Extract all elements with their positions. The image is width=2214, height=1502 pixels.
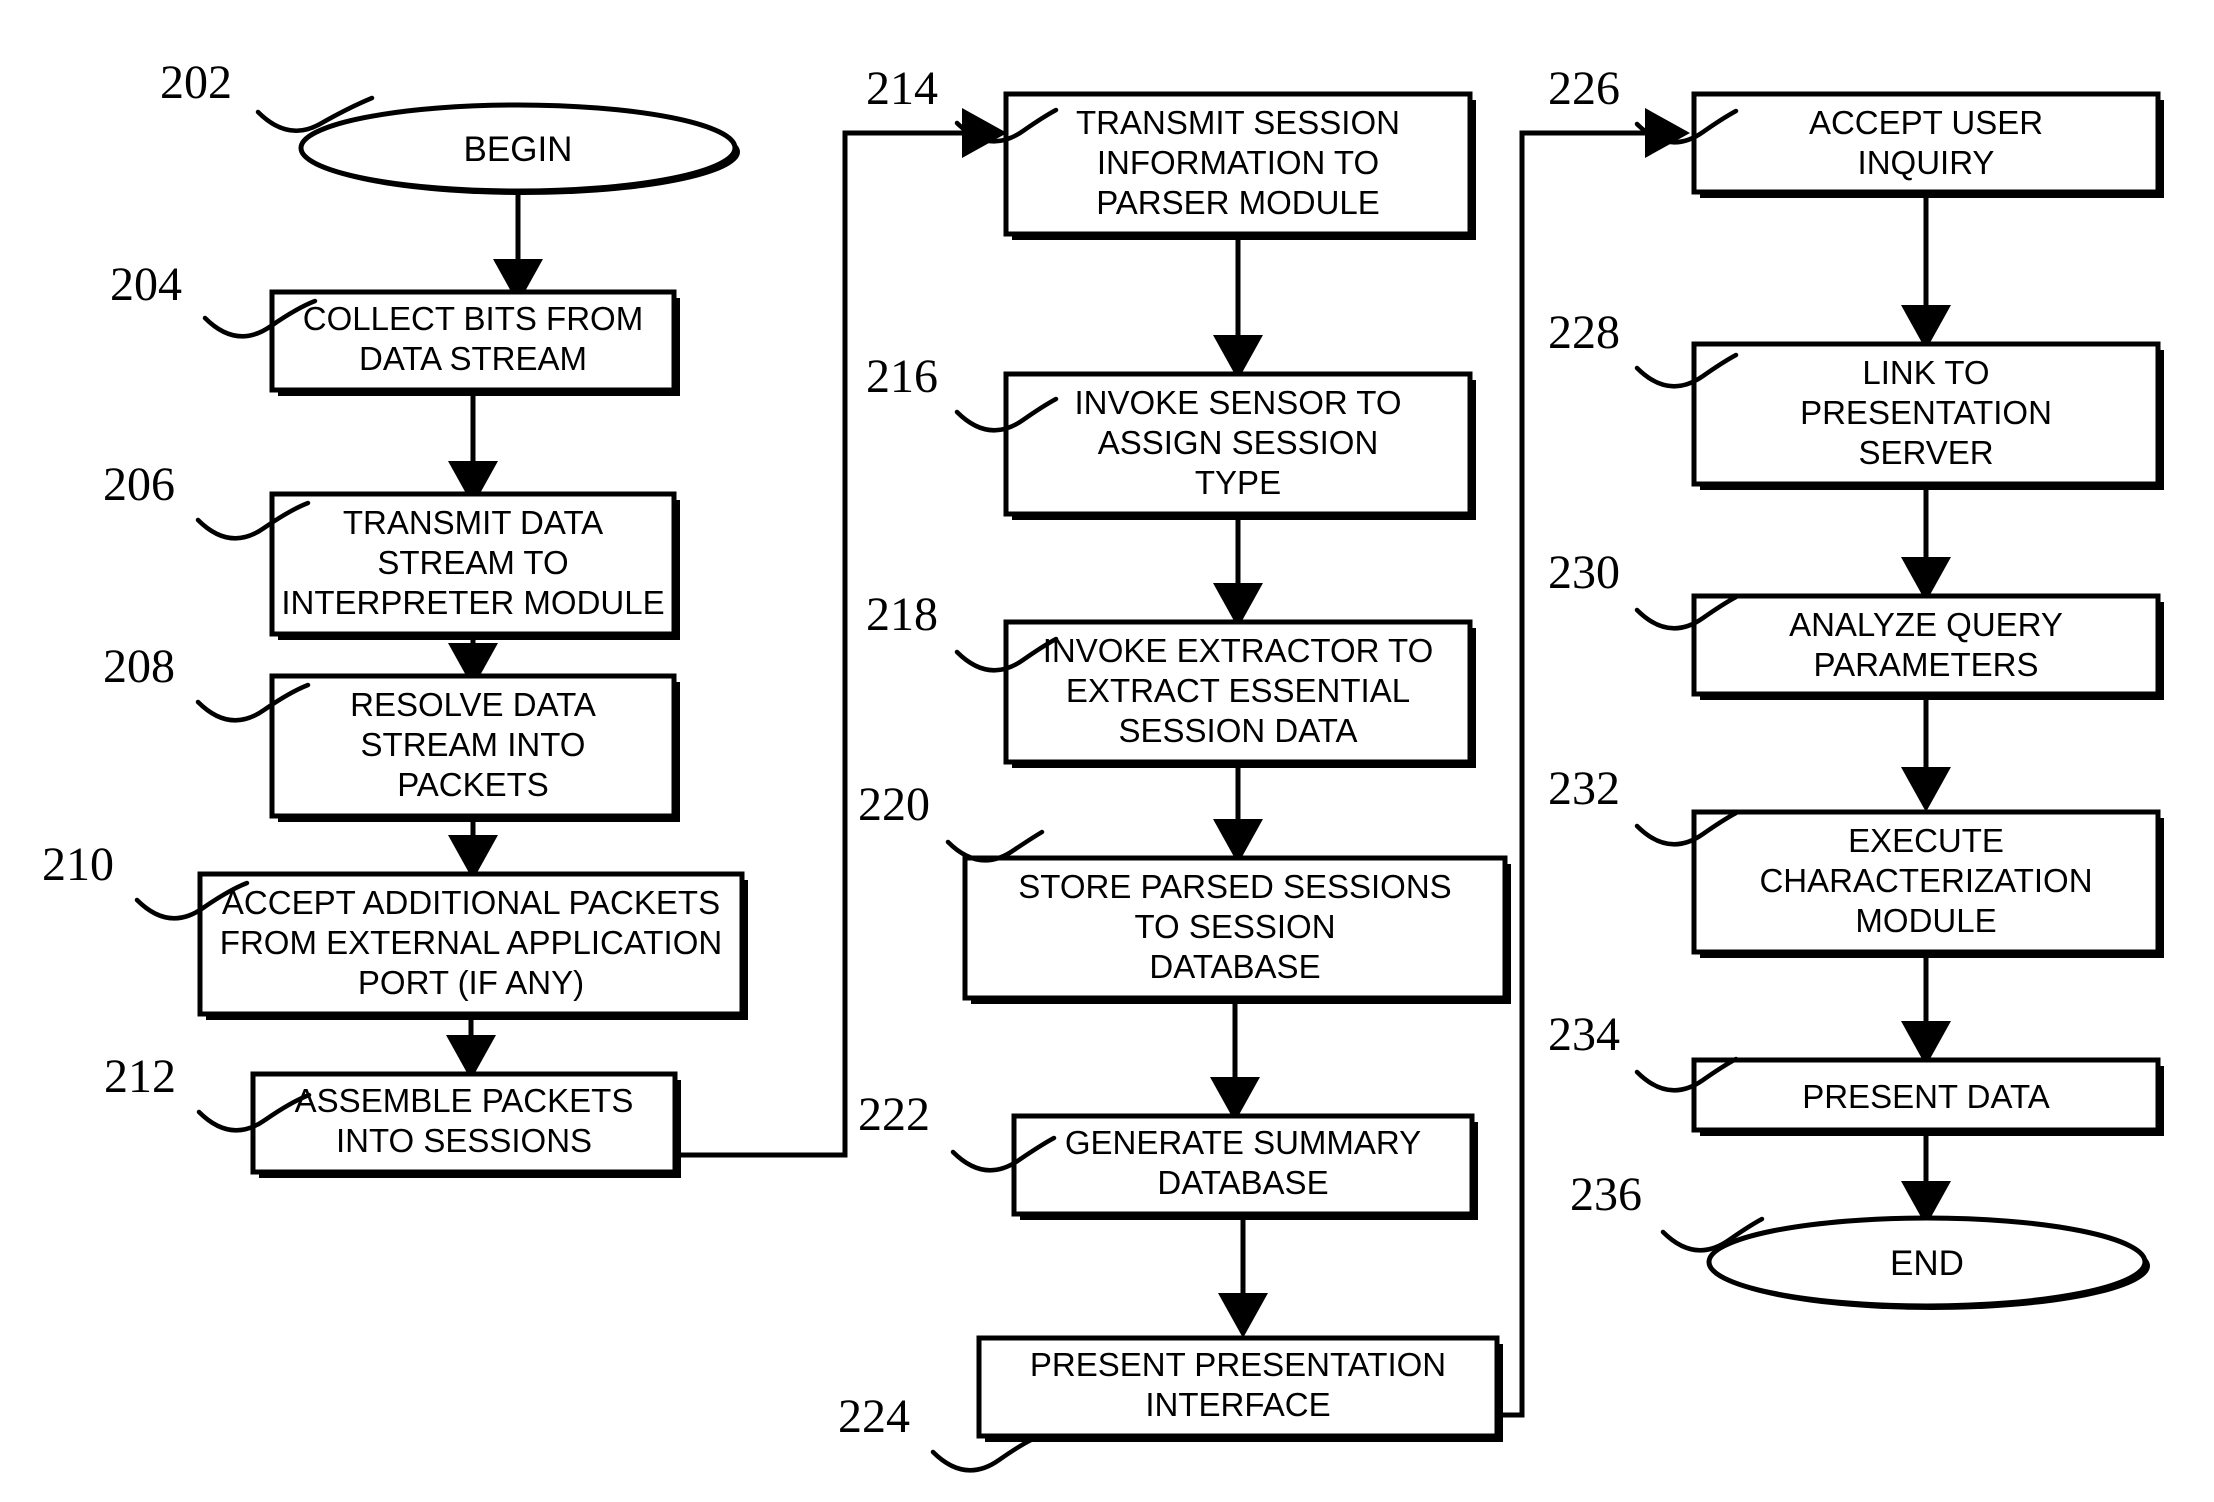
ref-222: 222 <box>858 1088 930 1141</box>
node-206-label-line3: INTERPRETER MODULE <box>281 584 664 621</box>
ref-234: 234 <box>1548 1008 1620 1061</box>
node-202-label-line1: BEGIN <box>464 130 573 169</box>
node-208-label-line2: STREAM INTO <box>361 726 586 763</box>
ref-218: 218 <box>866 588 938 641</box>
node-210-accept-packets: ACCEPT ADDITIONAL PACKETS FROM EXTERNAL … <box>197 871 748 1020</box>
ref-232: 232 <box>1548 762 1620 815</box>
ref-226: 226 <box>1548 62 1620 115</box>
node-204-label-line1: COLLECT BITS FROM <box>303 300 643 337</box>
node-220-label-line1: STORE PARSED SESSIONS <box>1018 868 1451 905</box>
node-222-label-line2: DATABASE <box>1157 1164 1328 1201</box>
node-228-link-server: LINK TO PRESENTATION SERVER <box>1691 341 2164 490</box>
figure-canvas: BEGIN 202 COLLECT BITS FROM DATA STREAM … <box>0 0 2214 1502</box>
node-210-label-line3: PORT (IF ANY) <box>358 964 584 1001</box>
node-212-label-line2: INTO SESSIONS <box>336 1122 592 1159</box>
node-218-invoke-extractor: INVOKE EXTRACTOR TO EXTRACT ESSENTIAL SE… <box>1003 619 1476 768</box>
node-220-label-line3: DATABASE <box>1149 948 1320 985</box>
node-206-label-line2: STREAM TO <box>377 544 568 581</box>
ref-210: 210 <box>42 838 114 891</box>
ref-216: 216 <box>866 350 938 403</box>
node-218-label-line2: EXTRACT ESSENTIAL <box>1066 672 1410 709</box>
ref-220: 220 <box>858 778 930 831</box>
node-218-label-line3: SESSION DATA <box>1119 712 1358 749</box>
node-216-label-line1: INVOKE SENSOR TO <box>1074 384 1401 421</box>
node-236-end: END <box>1706 1215 2150 1310</box>
node-224-label-line1: PRESENT PRESENTATION <box>1030 1346 1446 1383</box>
ref-208: 208 <box>103 640 175 693</box>
leader-224 <box>930 1437 1034 1473</box>
ref-214: 214 <box>866 62 938 115</box>
node-202-begin: BEGIN <box>298 102 740 195</box>
node-232-label-line3: MODULE <box>1855 902 1996 939</box>
node-234-label-line1: PRESENT DATA <box>1802 1078 2050 1115</box>
node-222-generate-summary: GENERATE SUMMARY DATABASE <box>1011 1113 1478 1220</box>
node-226-accept-inquiry: ACCEPT USER INQUIRY <box>1691 91 2164 198</box>
ref-212: 212 <box>104 1050 176 1103</box>
ref-206: 206 <box>103 458 175 511</box>
node-228-label-line3: SERVER <box>1858 434 1993 471</box>
ref-202: 202 <box>160 56 232 109</box>
node-208-label-line3: PACKETS <box>397 766 549 803</box>
node-216-label-line2: ASSIGN SESSION <box>1098 424 1379 461</box>
node-214-label-line2: INFORMATION TO <box>1097 144 1379 181</box>
node-208-resolve-packets: RESOLVE DATA STREAM INTO PACKETS <box>269 673 680 822</box>
node-226-label-line2: INQUIRY <box>1858 144 1995 181</box>
node-220-label-line2: TO SESSION <box>1134 908 1335 945</box>
node-232-label-line2: CHARACTERIZATION <box>1759 862 2092 899</box>
node-232-execute-characterization: EXECUTE CHARACTERIZATION MODULE <box>1691 809 2164 958</box>
node-210-label-line2: FROM EXTERNAL APPLICATION <box>220 924 722 961</box>
node-230-label-line2: PARAMETERS <box>1814 646 2039 683</box>
node-234-present-data: PRESENT DATA <box>1691 1057 2164 1136</box>
node-212-label-line1: ASSEMBLE PACKETS <box>295 1082 634 1119</box>
node-208-label-line1: RESOLVE DATA <box>350 686 596 723</box>
node-204-collect-bits: COLLECT BITS FROM DATA STREAM <box>269 289 680 396</box>
ref-224: 224 <box>838 1390 910 1443</box>
node-216-label-line3: TYPE <box>1195 464 1281 501</box>
node-214-label-line3: PARSER MODULE <box>1096 184 1380 221</box>
ref-236: 236 <box>1570 1168 1642 1221</box>
ref-228: 228 <box>1548 306 1620 359</box>
node-224-present-interface: PRESENT PRESENTATION INTERFACE <box>976 1335 1503 1442</box>
node-220-store-sessions: STORE PARSED SESSIONS TO SESSION DATABAS… <box>962 855 1511 1004</box>
node-232-label-line1: EXECUTE <box>1848 822 2004 859</box>
node-216-invoke-sensor: INVOKE SENSOR TO ASSIGN SESSION TYPE <box>1003 371 1476 520</box>
node-214-transmit-session-info: TRANSMIT SESSION INFORMATION TO PARSER M… <box>1003 91 1476 240</box>
node-214-label-line1: TRANSMIT SESSION <box>1076 104 1400 141</box>
node-228-label-line2: PRESENTATION <box>1800 394 2052 431</box>
node-228-label-line1: LINK TO <box>1862 354 1989 391</box>
node-224-label-line2: INTERFACE <box>1145 1386 1330 1423</box>
node-230-label-line1: ANALYZE QUERY <box>1789 606 2063 643</box>
node-206-transmit-stream: TRANSMIT DATA STREAM TO INTERPRETER MODU… <box>269 491 680 640</box>
flowchart-svg: BEGIN 202 COLLECT BITS FROM DATA STREAM … <box>42 56 2164 1473</box>
node-236-label-line1: END <box>1890 1244 1964 1283</box>
node-206-label-line1: TRANSMIT DATA <box>343 504 603 541</box>
node-212-assemble-sessions: ASSEMBLE PACKETS INTO SESSIONS <box>250 1071 681 1178</box>
node-222-label-line1: GENERATE SUMMARY <box>1065 1124 1421 1161</box>
node-230-analyze-query: ANALYZE QUERY PARAMETERS <box>1691 593 2164 700</box>
node-226-label-line1: ACCEPT USER <box>1809 104 2043 141</box>
ref-204: 204 <box>110 258 182 311</box>
node-204-label-line2: DATA STREAM <box>359 340 587 377</box>
ref-230: 230 <box>1548 546 1620 599</box>
node-210-label-line1: ACCEPT ADDITIONAL PACKETS <box>222 884 720 921</box>
node-218-label-line1: INVOKE EXTRACTOR TO <box>1043 632 1434 669</box>
